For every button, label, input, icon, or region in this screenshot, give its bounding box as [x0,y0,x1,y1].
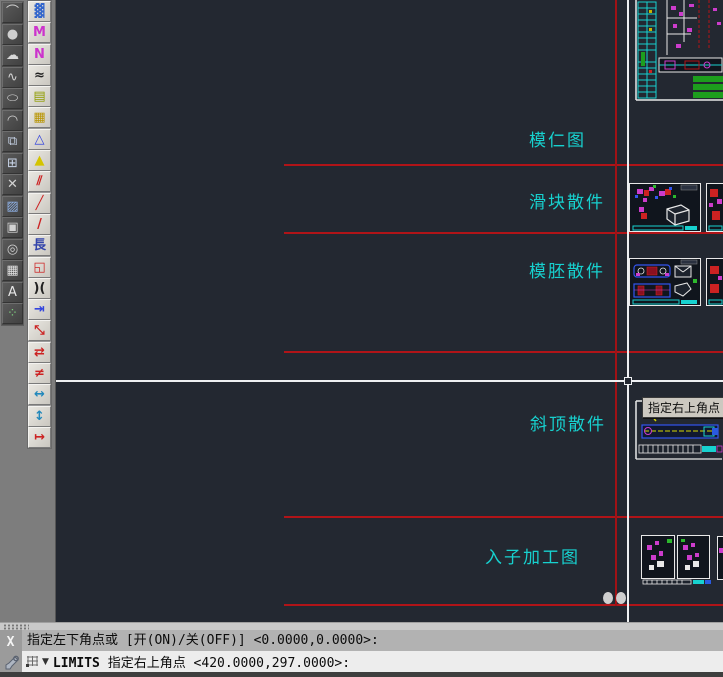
vertical-fit-icon[interactable]: ↕ [28,405,51,427]
double-curve-icon[interactable]: ≈ [28,64,51,86]
level-cross-icon[interactable]: ≠ [28,363,51,385]
layout-red-vline [615,0,617,606]
table-icon[interactable]: ▦ [2,260,23,281]
slider-parts-thumbnail [629,183,701,232]
donut-icon[interactable]: ◎ [2,238,23,260]
make-block-icon[interactable]: ⧉ [2,131,23,152]
circle-icon[interactable]: ● [2,23,23,45]
spline-icon[interactable]: ∿ [2,66,23,88]
slider-parts-thumbnail-2 [706,183,723,232]
draw-toolbar: ⌒ ● ☁ ∿ ⬭ ◠ ⧉ ⊞ ✕ ▨ ▣ ◎ ▦ A ⁘ [1,1,24,326]
horizontal-fit-icon[interactable]: ↔ [28,384,51,406]
revision-cloud-icon[interactable]: ☁ [2,45,23,66]
layout-red-hline [284,164,723,166]
triangle-outline-icon[interactable]: △ [28,128,51,150]
zigzag-edit-icon[interactable]: N [28,43,51,65]
layout-red-hline [284,516,723,518]
section-label: 滑块散件 [529,193,605,213]
hatch-pattern-1-icon[interactable]: ▤ [28,86,51,108]
parallel-lines-icon[interactable]: ⫽ [28,171,51,193]
section-label: 入子加工图 [485,548,580,568]
cursor-pickbox [624,377,632,385]
layout-red-hline [284,351,723,353]
model-space-canvas[interactable]: 模仁图 滑块散件 模胚散件 斜顶散件 入子加工图 指定右上角点 [55,0,723,622]
command-input-line[interactable]: ▼ LIMITS 指定右上角点 <420.0000,297.0000>: [22,651,723,672]
triangle-filled-icon[interactable]: ▲ [28,150,51,172]
moldbase-parts-thumbnail-2 [706,258,723,306]
recent-commands-dropdown[interactable]: ▼ [42,657,49,667]
ellipse-arc-icon[interactable]: ◠ [2,109,23,131]
diagonal-line-icon[interactable]: / [28,213,51,235]
stretch-between-icon[interactable]: ⇥ [28,299,51,321]
section-label: 模胚散件 [529,262,605,282]
text-icon[interactable]: A [2,281,23,303]
modify-toolbar: ▓ M N ≈ ▤ ▦ △ ▲ ⫽ ╱ / 長 ◱)(⇥ ⤡ ⇄ ≠ ↔ ↕ ↦ [27,0,52,450]
dashed-diagonal-icon[interactable]: ╱ [28,192,51,214]
arc-icon[interactable]: ⌒ [2,2,23,23]
command-gutter: X [0,630,22,672]
layout-red-hline [284,604,723,606]
dynamic-input-tooltip: 指定右上角点 [642,397,723,418]
crosshair-vertical [627,0,629,622]
insert-machining-thumbnail-2 [717,536,723,580]
double-arc-icon[interactable]: )( [28,277,51,299]
toolbar-strip: ⌒ ● ☁ ∿ ⬭ ◠ ⧉ ⊞ ✕ ▨ ▣ ◎ ▦ A ⁘ ▓ M N ≈ ▤ ▦ △ ▲ ⫽ ╱ / 長 ◱)(⇥ ⤡ ⇄ ≠ ↔ ↕ ↦ [0,0,55,622]
close-command-window-button[interactable]: X [2,635,19,650]
corner-circle-icon[interactable]: ◱ [28,256,51,278]
region-icon[interactable]: ▣ [2,217,23,238]
assembly-drawing-thumbnail [635,0,723,101]
hatch-pattern-2-icon[interactable]: ▦ [28,107,51,129]
hatch-icon[interactable]: ▨ [2,195,23,217]
lengthen-icon[interactable]: 長 [28,235,51,257]
active-command-prompt: 指定右上角点 <420.0000,297.0000>: [99,656,351,671]
active-command-name: LIMITS [52,656,100,671]
ellipse-icon[interactable]: ⬭ [2,88,23,109]
break-icon[interactable]: ✕ [2,174,23,195]
move-square-icon[interactable]: ⇄ [28,341,51,363]
customize-wrench-icon[interactable] [2,655,20,671]
match-properties-icon[interactable]: ▓ [28,1,51,22]
recent-commands-grid-icon[interactable] [25,655,40,668]
canvas-dot [603,592,613,604]
insert-block-icon[interactable]: ⊞ [2,152,23,174]
polyline-edit-icon[interactable]: M [28,22,51,44]
divide-point-icon[interactable]: ⁘ [2,303,23,324]
insert-machining-thumbnail [641,535,711,585]
diagonal-points-icon[interactable]: ⤡ [28,320,51,342]
moldbase-parts-thumbnail [629,258,701,306]
layout-red-hline [284,232,723,234]
command-history-line: 指定左下角点或 [开(ON)/关(OFF)] <0.0000,0.0000>: [22,630,723,651]
command-panel-separator[interactable] [0,622,723,630]
window-bottom-edge [0,672,723,677]
section-label: 斜顶散件 [530,415,606,435]
cad-application-window: ⌒ ● ☁ ∿ ⬭ ◠ ⧉ ⊞ ✕ ▨ ▣ ◎ ▦ A ⁘ ▓ M N ≈ ▤ ▦ △ ▲ ⫽ ╱ / 長 ◱)(⇥ ⤡ ⇄ ≠ ↔ ↕ ↦ 模… [0,0,723,677]
canvas-dot [616,592,626,604]
crosshair-horizontal [56,380,723,382]
command-prompt-text: LIMITS 指定右上角点 <420.0000,297.0000>: [53,652,350,671]
edge-arrow-icon[interactable]: ↦ [28,426,51,448]
section-label: 模仁图 [529,131,586,151]
